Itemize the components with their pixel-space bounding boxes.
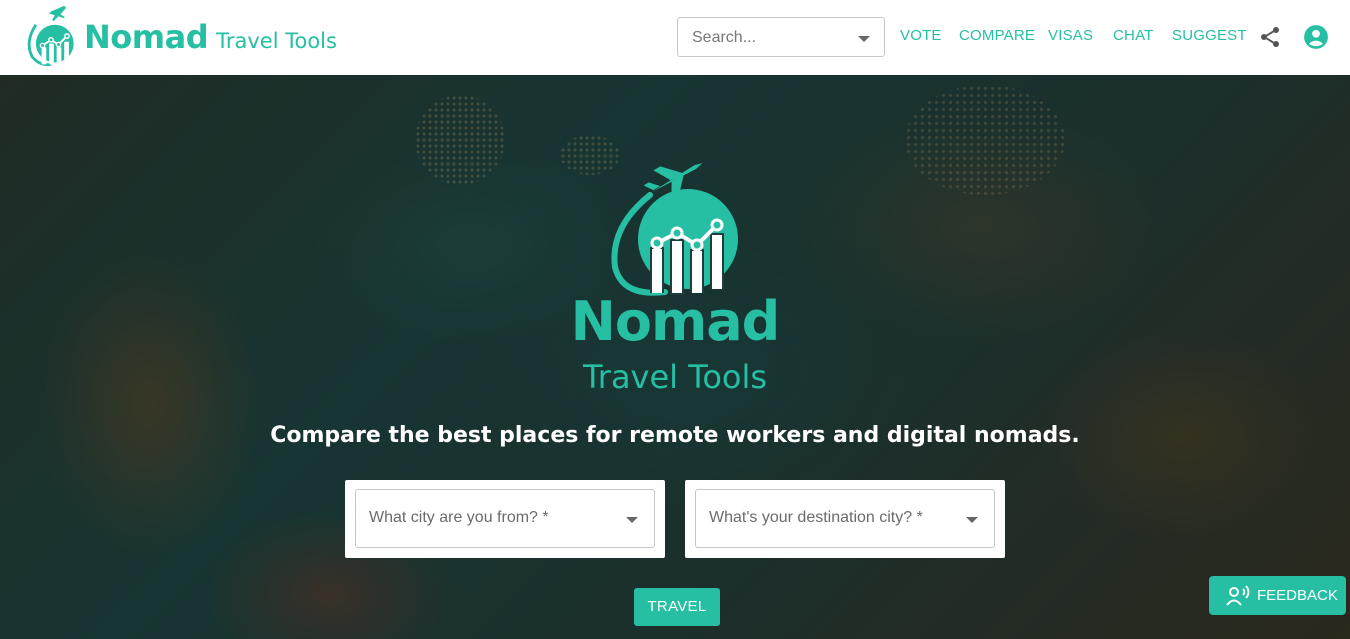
feedback-label: FEEDBACK	[1257, 587, 1338, 604]
nav-suggest[interactable]: SUGGEST	[1172, 27, 1247, 44]
search-input[interactable]	[690, 26, 854, 50]
hero-headline: Compare the best places for remote worke…	[270, 423, 1080, 448]
chevron-down-icon[interactable]	[626, 517, 638, 523]
nav-vote[interactable]: VOTE	[900, 27, 942, 44]
nav-chat[interactable]: CHAT	[1113, 27, 1154, 44]
chevron-down-icon[interactable]	[858, 36, 870, 42]
origin-city-placeholder: What city are you from? *	[369, 509, 549, 526]
hero-brand-tagline: Travel Tools	[582, 358, 768, 396]
destination-city-card: What's your destination city? *	[685, 480, 1005, 558]
chevron-down-icon[interactable]	[966, 517, 978, 523]
map-pins-decoration	[905, 85, 1065, 195]
brand-logo-link[interactable]: Nomad Travel Tools	[22, 4, 337, 70]
feedback-button[interactable]: FEEDBACK	[1209, 576, 1346, 615]
brand-tagline: Travel Tools	[216, 29, 337, 53]
nav-compare[interactable]: COMPARE	[959, 27, 1035, 44]
origin-city-card: What city are you from? *	[345, 480, 665, 558]
destination-city-select[interactable]: What's your destination city? *	[695, 489, 995, 548]
nomad-logo-icon	[27, 5, 74, 67]
origin-city-select[interactable]: What city are you from? *	[355, 489, 655, 548]
share-icon[interactable]	[1258, 25, 1282, 49]
brand-name: Nomad	[84, 18, 209, 56]
search-select[interactable]	[677, 17, 885, 57]
map-pins-decoration	[415, 95, 505, 185]
account-circle-icon[interactable]	[1303, 24, 1329, 50]
hero-section: Nomad Travel Tools Compare the best plac…	[0, 75, 1350, 639]
voice-feedback-icon	[1226, 584, 1250, 606]
nav-visas[interactable]: VISAS	[1048, 27, 1093, 44]
destination-city-placeholder: What's your destination city? *	[709, 509, 923, 526]
hero-brand-name: Nomad	[570, 290, 781, 353]
top-navbar: Nomad Travel Tools VOTE COMPARE VISAS CH…	[0, 0, 1350, 75]
travel-button[interactable]: TRAVEL	[634, 588, 720, 626]
